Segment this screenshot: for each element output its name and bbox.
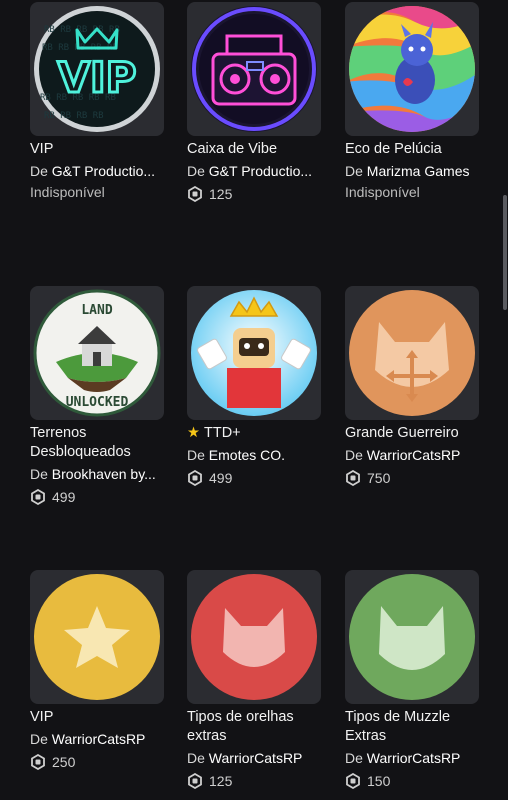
item-price: 250	[30, 751, 170, 773]
ttd-character-image	[191, 290, 317, 416]
item-name[interactable]: Terrenos Desbloqueados	[30, 424, 170, 462]
item-creator[interactable]: De Marizma Games	[345, 162, 485, 181]
vip-neon-image: RB RB RB RB RB RB RB RB RB RB RB RB RB R…	[34, 6, 160, 132]
item-name[interactable]: Caixa de Vibe	[187, 140, 327, 159]
warrior-cat-badge-image	[349, 290, 475, 416]
item-thumbnail[interactable]	[187, 2, 321, 136]
plush-dragon-image	[349, 6, 475, 132]
item-thumbnail[interactable]	[345, 570, 479, 704]
item-name[interactable]: Grande Guerreiro	[345, 424, 485, 443]
item-thumbnail[interactable]	[345, 2, 479, 136]
scrollbar[interactable]	[503, 195, 507, 310]
item-creator[interactable]: De WarriorCatsRP	[187, 749, 327, 768]
item-creator[interactable]: De Brookhaven by...	[30, 465, 170, 484]
item-price: 125	[187, 183, 327, 205]
item-card-vip-warriorcats[interactable]: VIP De WarriorCatsRP 250	[30, 570, 170, 773]
item-name[interactable]: Tipos de orelhas extras	[187, 708, 327, 746]
robux-icon	[188, 186, 202, 202]
cat-muzzle-badge-image	[349, 574, 475, 700]
item-name[interactable]: VIP	[30, 140, 170, 159]
item-price: 150	[345, 770, 485, 792]
item-card-caixa-de-vibe[interactable]: Caixa de Vibe De G&T Productio... 125	[187, 2, 327, 205]
item-creator[interactable]: De G&T Productio...	[187, 162, 327, 181]
robux-icon	[188, 773, 202, 789]
star-icon: ★	[187, 425, 200, 441]
land-unlocked-image: LAND UNLOCKED	[33, 289, 161, 417]
svg-text:UNLOCKED: UNLOCKED	[66, 395, 129, 410]
item-creator[interactable]: De G&T Productio...	[30, 162, 170, 181]
svg-text:VIP: VIP	[58, 53, 137, 102]
item-price: 125	[187, 770, 327, 792]
item-card-ttd-plus[interactable]: ★ TTD+ De Emotes CO. 499	[187, 286, 327, 489]
robux-icon	[31, 489, 45, 505]
item-price: 499	[30, 486, 170, 508]
item-thumbnail[interactable]: LAND UNLOCKED	[30, 286, 164, 420]
item-thumbnail[interactable]: RB RB RB RB RB RB RB RB RB RB RB RB RB R…	[30, 2, 164, 136]
svg-text:RB RB RB RB RB: RB RB RB RB RB	[44, 25, 120, 35]
item-name[interactable]: ★ TTD+	[187, 424, 327, 443]
svg-text:LAND: LAND	[81, 303, 112, 318]
item-creator[interactable]: De WarriorCatsRP	[345, 749, 485, 768]
cat-ears-badge-image	[191, 574, 317, 700]
robux-icon	[346, 470, 360, 486]
item-creator[interactable]: De WarriorCatsRP	[30, 730, 170, 749]
item-name[interactable]: Tipos de Muzzle Extras	[345, 708, 485, 746]
robux-icon	[346, 773, 360, 789]
star-badge-image	[34, 574, 160, 700]
game-pass-grid: RB RB RB RB RB RB RB RB RB RB RB RB RB R…	[0, 0, 508, 800]
svg-text:RB RB RB RB: RB RB RB RB	[44, 111, 104, 121]
item-card-tipos-de-orelhas[interactable]: Tipos de orelhas extras De WarriorCatsRP…	[187, 570, 327, 792]
item-thumbnail[interactable]	[187, 570, 321, 704]
item-card-tipos-de-muzzle[interactable]: Tipos de Muzzle Extras De WarriorCatsRP …	[345, 570, 485, 792]
item-status: Indisponível	[30, 184, 105, 200]
item-creator[interactable]: De WarriorCatsRP	[345, 446, 485, 465]
item-card-vip-gt[interactable]: RB RB RB RB RB RB RB RB RB RB RB RB RB R…	[30, 2, 170, 202]
item-thumbnail[interactable]	[345, 286, 479, 420]
item-name[interactable]: VIP	[30, 708, 170, 727]
item-card-terrenos-desbloqueados[interactable]: LAND UNLOCKED Terrenos Desbloqueados De …	[30, 286, 170, 508]
robux-icon	[188, 470, 202, 486]
item-price: 499	[187, 467, 327, 489]
boombox-image	[191, 6, 317, 132]
item-name[interactable]: Eco de Pelúcia	[345, 140, 485, 159]
robux-icon	[31, 754, 45, 770]
item-thumbnail[interactable]	[30, 570, 164, 704]
item-thumbnail[interactable]	[187, 286, 321, 420]
item-creator[interactable]: De Emotes CO.	[187, 446, 327, 465]
item-card-grande-guerreiro[interactable]: Grande Guerreiro De WarriorCatsRP 750	[345, 286, 485, 489]
item-card-eco-de-pelucia[interactable]: Eco de Pelúcia De Marizma Games Indispon…	[345, 2, 485, 202]
item-status: Indisponível	[345, 184, 420, 200]
item-price: 750	[345, 467, 485, 489]
